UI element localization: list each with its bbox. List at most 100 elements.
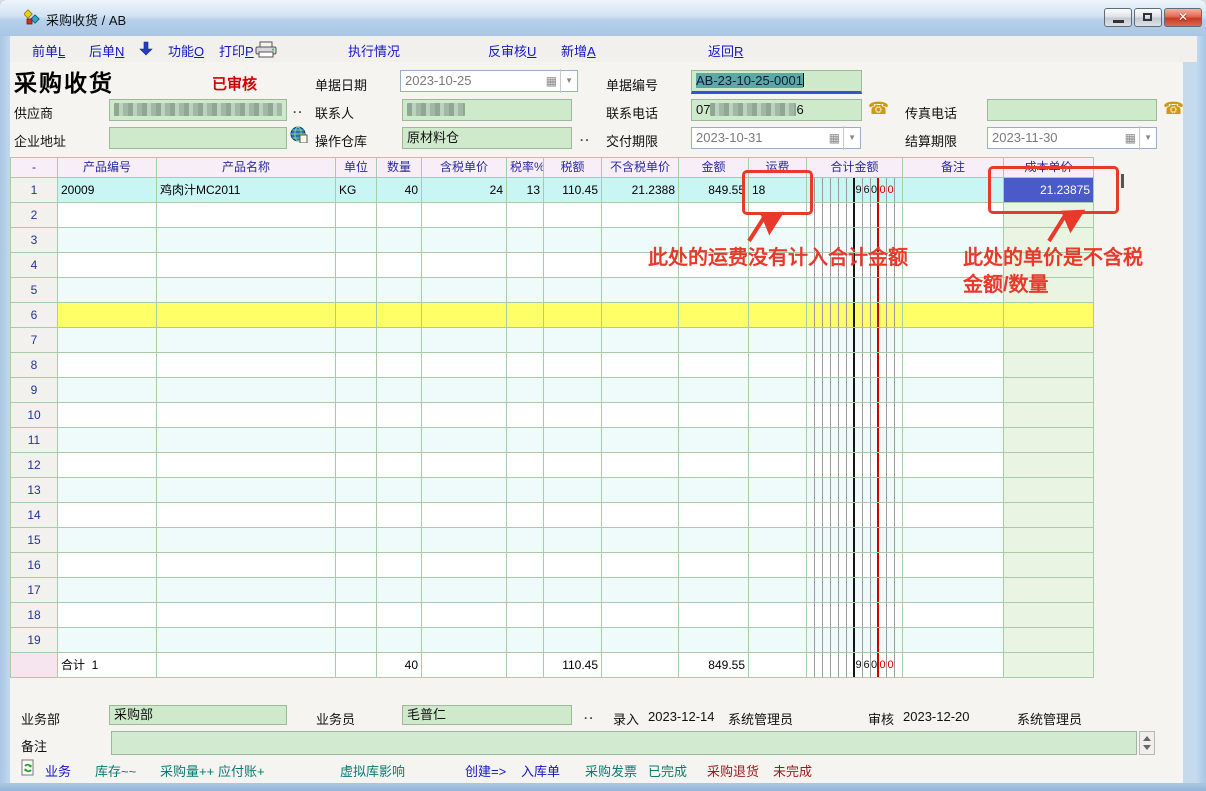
cell-unit[interactable]: [336, 303, 377, 328]
toolbar-item-prev[interactable]: 前单L: [32, 41, 65, 60]
cell-name[interactable]: [157, 203, 336, 228]
toolbar-item-next[interactable]: 后单N: [89, 41, 124, 60]
cell-cost_price[interactable]: [1004, 428, 1094, 453]
cell-name[interactable]: [157, 478, 336, 503]
doc-date-combo[interactable]: 2023-10-25 ▦▼: [400, 70, 578, 92]
cell-tax[interactable]: [544, 378, 602, 403]
cell-tax_rate[interactable]: 13: [507, 178, 544, 203]
cell-amount[interactable]: [679, 578, 749, 603]
cell-freight[interactable]: [749, 628, 807, 653]
status-item-purchase-return[interactable]: 采购退货: [707, 761, 759, 780]
cell-cost_price[interactable]: [1004, 603, 1094, 628]
cell-price_tax[interactable]: [422, 278, 507, 303]
cell-freight[interactable]: [749, 528, 807, 553]
printer-icon[interactable]: [255, 41, 277, 58]
cell-freight[interactable]: [749, 253, 807, 278]
row-number[interactable]: 9: [11, 378, 58, 403]
fax-field[interactable]: [987, 99, 1157, 121]
person-lookup-button[interactable]: ..: [584, 708, 595, 722]
cell-unit[interactable]: [336, 628, 377, 653]
cell-price_notax[interactable]: [602, 353, 679, 378]
cell-qty[interactable]: [377, 478, 422, 503]
cell-tax[interactable]: [544, 553, 602, 578]
status-item-virtual-stock[interactable]: 虚拟库影响: [340, 761, 405, 780]
cell-tax[interactable]: [544, 203, 602, 228]
person-field[interactable]: 毛普仁: [402, 705, 572, 725]
cell-tax[interactable]: 110.45: [544, 178, 602, 203]
cell-name[interactable]: [157, 578, 336, 603]
cell-cost_price[interactable]: [1004, 578, 1094, 603]
status-item-inbound-order[interactable]: 入库单: [521, 761, 560, 780]
cell-code[interactable]: [58, 428, 157, 453]
cell-price_tax[interactable]: 24: [422, 178, 507, 203]
cell-name[interactable]: [157, 453, 336, 478]
supplier-lookup-button[interactable]: ..: [293, 102, 304, 116]
total-amount-cell[interactable]: [807, 328, 903, 353]
cell-tax[interactable]: [544, 528, 602, 553]
status-item-payable[interactable]: 应付账+: [218, 761, 265, 780]
cell-price_notax[interactable]: [602, 253, 679, 278]
cell-amount[interactable]: [679, 228, 749, 253]
cell-amount[interactable]: 849.55: [679, 178, 749, 203]
cell-cost_price[interactable]: [1004, 303, 1094, 328]
cell-tax_rate[interactable]: [507, 578, 544, 603]
cell-amount[interactable]: [679, 553, 749, 578]
cell-price_tax[interactable]: [422, 453, 507, 478]
cell-remark[interactable]: [903, 203, 1004, 228]
row-number[interactable]: 1: [11, 178, 58, 203]
cell-code[interactable]: [58, 378, 157, 403]
close-button[interactable]: ✕: [1164, 8, 1202, 27]
supplier-field[interactable]: [109, 99, 287, 121]
cell-remark[interactable]: [903, 303, 1004, 328]
status-item-create[interactable]: 创建=>: [465, 761, 506, 780]
cell-price_tax[interactable]: [422, 228, 507, 253]
cell-tax[interactable]: [544, 478, 602, 503]
toolbar-item-functions[interactable]: 功能O: [168, 41, 204, 60]
cell-freight[interactable]: [749, 328, 807, 353]
status-item-undone[interactable]: 未完成: [773, 761, 812, 780]
cell-freight[interactable]: [749, 553, 807, 578]
cell-price_notax[interactable]: [602, 403, 679, 428]
total-amount-cell[interactable]: [807, 428, 903, 453]
status-item-purchase-qty[interactable]: 采购量++: [160, 761, 214, 780]
cell-cost_price[interactable]: [1004, 253, 1094, 278]
cell-name[interactable]: [157, 378, 336, 403]
cell-remark[interactable]: [903, 478, 1004, 503]
total-amount-cell[interactable]: [807, 628, 903, 653]
cell-price_notax[interactable]: [602, 303, 679, 328]
cell-unit[interactable]: [336, 253, 377, 278]
cell-price_tax[interactable]: [422, 428, 507, 453]
cell-freight[interactable]: [749, 353, 807, 378]
cell-qty[interactable]: [377, 253, 422, 278]
cell-code[interactable]: [58, 403, 157, 428]
cell-tax_rate[interactable]: [507, 303, 544, 328]
grid-header-7[interactable]: 税额: [544, 158, 602, 178]
cell-unit[interactable]: [336, 578, 377, 603]
cell-code[interactable]: [58, 528, 157, 553]
cell-tax_rate[interactable]: [507, 528, 544, 553]
cell-price_notax[interactable]: [602, 503, 679, 528]
cell-name[interactable]: [157, 303, 336, 328]
row-number[interactable]: 5: [11, 278, 58, 303]
cell-name[interactable]: 鸡肉汁MC2011: [157, 178, 336, 203]
total-amount-cell[interactable]: [807, 378, 903, 403]
cell-code[interactable]: [58, 303, 157, 328]
cell-tax_rate[interactable]: [507, 378, 544, 403]
cell-qty[interactable]: [377, 528, 422, 553]
cell-price_notax[interactable]: [602, 628, 679, 653]
cell-remark[interactable]: [903, 628, 1004, 653]
cell-remark[interactable]: [903, 528, 1004, 553]
cell-name[interactable]: [157, 528, 336, 553]
grid-header-11[interactable]: 合计金额: [807, 158, 903, 178]
cell-remark[interactable]: [903, 603, 1004, 628]
cell-code[interactable]: [58, 203, 157, 228]
row-number[interactable]: 16: [11, 553, 58, 578]
cell-price_notax[interactable]: [602, 553, 679, 578]
cell-tax_rate[interactable]: [507, 628, 544, 653]
status-item-done[interactable]: 已完成: [648, 761, 687, 780]
cell-qty[interactable]: [377, 228, 422, 253]
cell-price_tax[interactable]: [422, 628, 507, 653]
cell-name[interactable]: [157, 603, 336, 628]
cell-unit[interactable]: [336, 328, 377, 353]
row-number[interactable]: 3: [11, 228, 58, 253]
